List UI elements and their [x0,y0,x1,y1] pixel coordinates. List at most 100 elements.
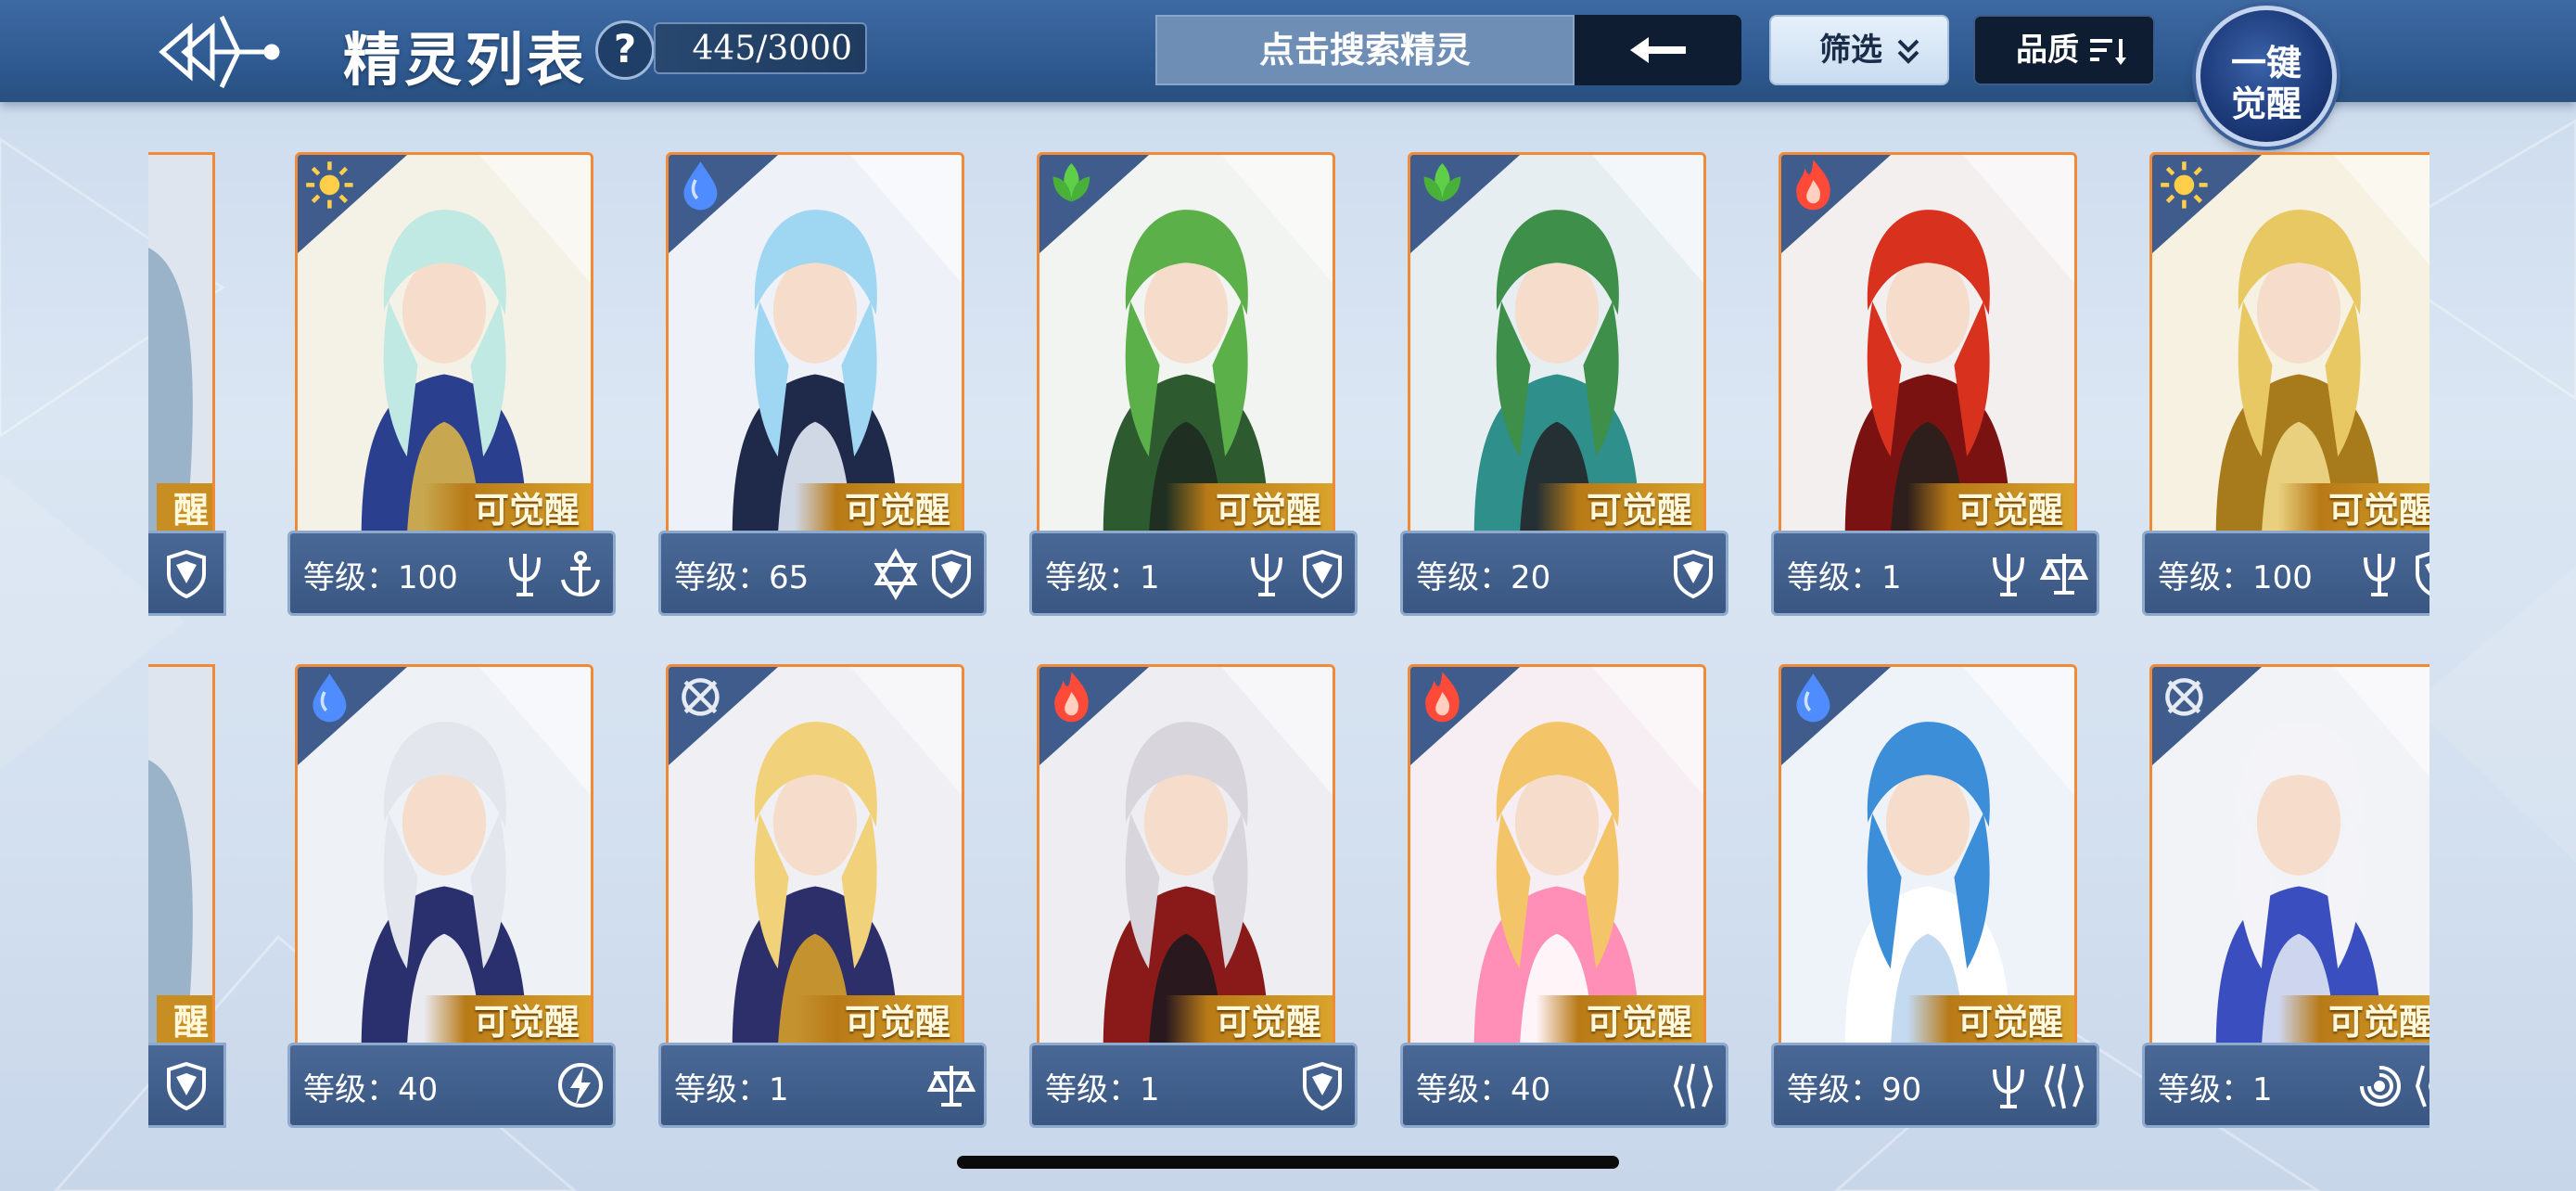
hexagram-icon [871,546,921,600]
card-info-bar: 等级：1 [1029,1043,1358,1128]
level-label: 等级：1 [2158,1071,2273,1108]
shield-icon [926,546,976,600]
awake-tag-partial: 醒 [157,483,212,537]
one-click-awaken-button[interactable]: 一键 觉醒 [2196,6,2337,147]
water-icon [298,667,407,765]
card-frame: 可觉醒 [1037,152,1335,540]
spirit-card[interactable]: 可觉醒等级：40 [1400,664,1728,1128]
claw-icon [2410,1058,2429,1112]
level-label: 等级：65 [674,559,810,596]
shield-icon [1297,546,1347,600]
machine-icon [2152,667,2262,765]
card-frame: 可觉醒 [1779,664,2077,1052]
spirit-card-partial[interactable]: 醒 [148,152,226,616]
card-info-bar: 等级：100 [2142,531,2429,616]
trait-icons [1983,546,2089,600]
trident-icon [1242,546,1292,600]
trait-icons [2354,1058,2429,1112]
search-input[interactable]: 点击搜索精灵 [1155,15,1575,85]
spirit-card[interactable]: 可觉醒 等级：1 [2142,664,2429,1128]
top-bar: 精灵列表 ? 445/3000 点击搜索精灵 筛选 品质 [0,0,2576,102]
card-frame: 可觉醒 [1037,664,1335,1052]
card-frame: 可觉醒 [1408,152,1706,540]
quality-sort-button[interactable]: 品质 [1973,15,2155,85]
trait-icons [555,1058,606,1112]
shield-icon [1668,546,1718,600]
card-frame: 醒 [148,664,215,1052]
trait-icons [871,546,976,600]
awakenable-tag: 可觉醒 [1166,995,1333,1049]
level-label: 等级：1 [1045,1071,1160,1108]
card-info-bar: 等级：65 [658,531,987,616]
spirit-card[interactable]: 可觉醒 等级：1 [658,664,987,1128]
level-label: 等级：40 [303,1071,439,1108]
awakenable-tag: 可觉醒 [1166,483,1333,537]
level-label: 等级：1 [1787,559,1902,596]
spirit-grid: 醒醒 可觉醒 等级：100 可觉醒 等级：65 可觉醒 等级：1 可觉醒 等级：… [148,152,2429,1135]
page-title: 精灵列表 [343,26,589,94]
card-info-bar: 等级：100 [287,531,616,616]
water-icon [1781,667,1891,765]
scales-icon [2039,546,2089,600]
spirit-card[interactable]: 可觉醒等级：65 [658,152,987,616]
awake-tag-partial: 醒 [157,995,212,1049]
fire-icon [1039,667,1149,765]
awakenable-tag: 可觉醒 [1907,995,2074,1049]
card-frame: 可觉醒 [666,152,964,540]
trident-icon [2354,546,2404,600]
card-info-bar: 等级：1 [1771,531,2099,616]
level-label: 等级：90 [1787,1071,1922,1108]
card-frame: 醒 [148,152,215,540]
spirit-card[interactable]: 可觉醒 等级：1 [1771,152,2099,616]
spirit-card[interactable]: 可觉醒等级：90 [1771,664,2099,1128]
card-info-bar: 等级：1 [658,1043,987,1128]
spirit-card-partial[interactable]: 醒 [148,664,226,1128]
shield-icon [1297,1058,1347,1112]
chevron-down-icon [1897,39,1919,64]
card-info-bar: 等级：40 [287,1043,616,1128]
card-frame: 可觉醒 [1408,664,1706,1052]
arrow-left-icon [1630,37,1686,63]
shield-icon [161,546,211,600]
back-button[interactable] [153,7,283,96]
help-button[interactable]: ? [595,20,655,80]
water-icon [669,155,778,253]
trait-icons [1983,1058,2089,1112]
card-frame: 可觉醒 [295,664,593,1052]
card-frame: 可觉醒 [2149,664,2429,1052]
spirit-card[interactable]: 可觉醒等级：40 [287,664,616,1128]
awakenable-tag: 可觉醒 [2278,995,2429,1049]
home-indicator[interactable] [957,1156,1619,1169]
spirit-card[interactable]: 可觉醒 等级：100 [287,152,616,616]
trait-icons [1297,1058,1347,1112]
quality-label: 品质 [2016,32,2079,69]
card-info-bar: 等级：1 [1029,531,1358,616]
awakenable-tag: 可觉醒 [2278,483,2429,537]
light-icon [2152,155,2262,253]
anchor-icon [555,546,606,600]
trident-icon [1983,1058,2034,1112]
spirit-card[interactable]: 可觉醒 等级：1 [1029,152,1358,616]
grass-icon [1410,155,1520,253]
back-arrow-icon [159,15,280,89]
awakenable-tag: 可觉醒 [1537,483,1703,537]
spirit-card[interactable]: 可觉醒 等级：1 [1029,664,1358,1128]
filter-button[interactable]: 筛选 [1769,15,1949,85]
claw-icon [1668,1058,1718,1112]
card-frame: 可觉醒 [295,152,593,540]
lightning-icon [555,1058,606,1112]
card-frame: 可觉醒 [666,664,964,1052]
search-submit-button[interactable] [1575,15,1741,85]
trait-icons [500,546,606,600]
card-info-bar [148,1043,226,1128]
awakenable-tag: 可觉醒 [424,995,591,1049]
level-label: 等级：40 [1416,1071,1551,1108]
trait-icons [2354,546,2429,600]
shield-icon [161,1058,211,1112]
trait-icons [1668,1058,1718,1112]
spirit-card[interactable]: 可觉醒 等级：20 [1400,152,1728,616]
scales-icon [926,1058,976,1112]
filter-label: 筛选 [1819,32,1882,69]
spirit-card[interactable]: 可觉醒 等级：100 [2142,152,2429,616]
shield-icon [2410,546,2429,600]
